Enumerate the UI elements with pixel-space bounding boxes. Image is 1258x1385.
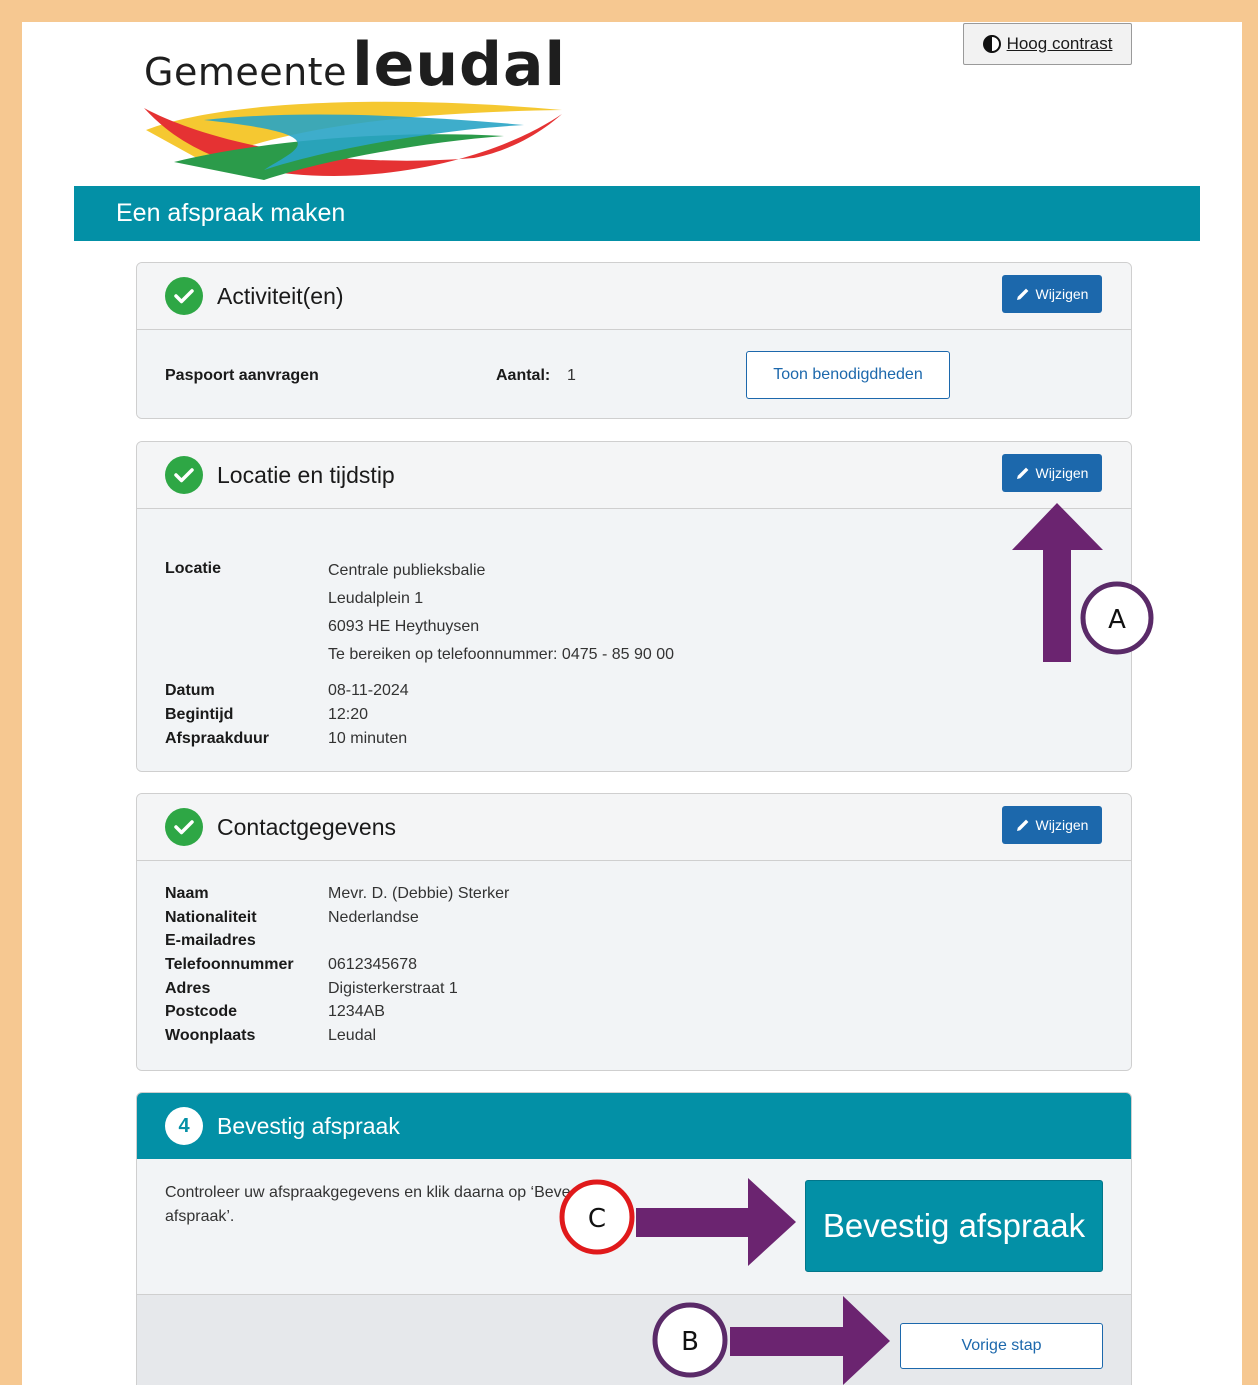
contact-panel: Contactgegevens Wijzigen Naam Mevr. D. (…	[136, 793, 1132, 1071]
high-contrast-label: Hoog contrast	[1006, 34, 1113, 53]
location-panel: Locatie en tijdstip Wijzigen Locatie Cen…	[136, 441, 1132, 772]
pencil-icon	[1016, 819, 1028, 831]
postcode-value: 1234AB	[328, 1003, 385, 1020]
phone-label: Telefoonnummer	[165, 956, 294, 973]
confirm-appointment-button[interactable]: Bevestig afspraak	[805, 1180, 1103, 1272]
confirm-body: Controleer uw afspraakgegevens en klik d…	[137, 1159, 1131, 1385]
page-title: Een afspraak maken	[116, 199, 346, 227]
edit-activities-button[interactable]: Wijzigen	[1002, 275, 1102, 313]
address-value: Digisterkerstraat 1	[328, 980, 458, 997]
contrast-icon	[982, 35, 1001, 53]
count-label: Aantal:	[496, 367, 551, 384]
address-label: Adres	[165, 980, 211, 997]
location-label: Locatie	[165, 560, 222, 577]
postcode-label: Postcode	[165, 1003, 238, 1020]
high-contrast-button[interactable]: Hoog contrast	[963, 23, 1132, 65]
location-line: Te bereiken op telefoonnummer: 0475 - 85…	[328, 646, 675, 663]
confirm-title: Bevestig afspraak	[217, 1112, 400, 1139]
contact-header: Contactgegevens Wijzigen	[137, 794, 1131, 861]
show-requirements-button[interactable]: Toon benodigdheden	[746, 351, 950, 399]
edit-location-button[interactable]: Wijzigen	[1002, 454, 1102, 492]
logo-swoosh-icon	[144, 101, 562, 180]
confirm-instruction: afspraak’.	[165, 1208, 235, 1225]
city-value: Leudal	[328, 1027, 377, 1044]
start-value: 12:20	[328, 706, 369, 723]
confirm-footer: Vorige stap	[137, 1294, 1131, 1385]
location-line: Centrale publieksbalie	[328, 562, 486, 579]
activities-body: Paspoort aanvragen Aantal: 1 Toon benodi…	[137, 330, 1131, 418]
activities-title: Activiteit(en)	[217, 282, 344, 309]
city-label: Woonplaats	[165, 1027, 256, 1044]
logo[interactable]: Gemeente leudal	[144, 30, 566, 100]
location-header: Locatie en tijdstip Wijzigen	[137, 442, 1131, 509]
logo-prefix: Gemeente	[144, 50, 347, 94]
duration-label: Afspraakduur	[165, 730, 270, 747]
activities-header: Activiteit(en) Wijzigen	[137, 263, 1131, 330]
name-value: Mevr. D. (Debbie) Sterker	[328, 885, 510, 902]
name-label: Naam	[165, 885, 209, 902]
step-number: 4	[165, 1107, 203, 1145]
nationality-label: Nationaliteit	[165, 909, 257, 926]
activities-panel: Activiteit(en) Wijzigen Paspoort aanvrag…	[136, 262, 1132, 419]
pencil-icon	[1016, 467, 1028, 479]
location-title: Locatie en tijdstip	[217, 461, 395, 488]
contact-title: Contactgegevens	[217, 813, 397, 840]
date-value: 08-11-2024	[328, 682, 409, 699]
pencil-icon	[1016, 288, 1028, 300]
check-icon	[165, 808, 203, 846]
edit-label: Wijzigen	[1035, 286, 1089, 302]
count-value: 1	[567, 367, 576, 384]
email-label: E-mailadres	[165, 932, 256, 949]
page: Gemeente leudal Hoog contrast Een afspra…	[22, 22, 1242, 1385]
confirm-panel: 4 Bevestig afspraak Controleer uw afspra…	[136, 1092, 1132, 1385]
date-label: Datum	[165, 682, 215, 699]
confirm-header: 4 Bevestig afspraak	[137, 1093, 1131, 1159]
location-line: 6093 HE Heythuysen	[328, 618, 480, 635]
contact-body: Naam Mevr. D. (Debbie) Sterker Nationali…	[137, 861, 1131, 1070]
check-icon	[165, 277, 203, 315]
activity-item: Paspoort aanvragen	[165, 367, 319, 384]
previous-step-button[interactable]: Vorige stap	[900, 1323, 1103, 1369]
check-icon	[165, 456, 203, 494]
edit-label: Wijzigen	[1035, 817, 1089, 833]
start-label: Begintijd	[165, 706, 234, 723]
location-body: Locatie Centrale publieksbalie Leudalple…	[137, 509, 1131, 771]
page-banner: Een afspraak maken	[74, 186, 1200, 241]
phone-value: 0612345678	[328, 956, 417, 973]
confirm-instruction: Controleer uw afspraakgegevens en klik d…	[165, 1184, 596, 1201]
duration-value: 10 minuten	[328, 730, 408, 747]
edit-label: Wijzigen	[1035, 465, 1089, 481]
edit-contact-button[interactable]: Wijzigen	[1002, 806, 1102, 844]
logo-name: leudal	[352, 30, 567, 100]
nationality-value: Nederlandse	[328, 909, 419, 926]
location-line: Leudalplein 1	[328, 590, 424, 607]
